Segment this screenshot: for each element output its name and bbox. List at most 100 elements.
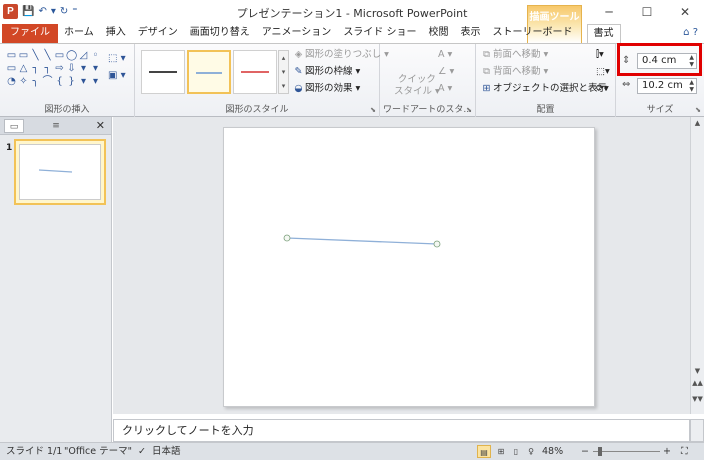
line-end-handle[interactable]	[433, 240, 441, 248]
line-start-handle[interactable]	[283, 234, 291, 242]
oval-shape-icon[interactable]: ◯	[66, 50, 77, 62]
shape-style-dark[interactable]	[141, 50, 185, 94]
down-arrow-shape-icon[interactable]: ⇩	[66, 63, 77, 75]
previous-slide-icon[interactable]: ▲▲	[691, 379, 704, 387]
line-shape-icon[interactable]: ╲	[30, 50, 41, 62]
minimize-button[interactable]: ─	[590, 0, 628, 24]
theme-status[interactable]: "Office テーマ"	[64, 443, 132, 460]
tab-review[interactable]: 校閲	[423, 24, 455, 43]
line-shape[interactable]	[286, 237, 438, 245]
slides-panel: ▭ ≡ ✕ 1	[0, 117, 112, 442]
rounded-rect-shape-icon[interactable]: ▭	[6, 63, 17, 75]
slide-canvas[interactable]	[223, 127, 595, 407]
rotate-icon[interactable]: ⟳▾	[596, 81, 609, 96]
text-outline-icon[interactable]: ∠ ▾	[438, 64, 454, 79]
tab-outline-view[interactable]: ≡	[46, 119, 66, 133]
gallery-more-icon[interactable]: ▾	[90, 63, 101, 75]
selection-pane-button[interactable]: ⊞ オブジェクトの選択と表示	[480, 81, 608, 96]
group-objects-icon[interactable]: ⬚▾	[596, 64, 610, 79]
triangle-shape-icon[interactable]: △	[18, 63, 29, 75]
shape-fill-button[interactable]: ◈ 図形の塗りつぶし ▾	[292, 47, 389, 62]
shape-effects-button[interactable]: ◒ 図形の効果 ▾	[292, 81, 360, 96]
tab-view[interactable]: 表示	[455, 24, 487, 43]
width-spinner[interactable]: ▲ ▼	[689, 79, 694, 93]
tab-animations[interactable]: アニメーション	[256, 24, 338, 43]
draw-text-box-icon[interactable]: ▣ ▾	[108, 67, 126, 84]
text-box-icon[interactable]: ▭	[6, 50, 17, 62]
triangle-right-shape-icon[interactable]: ◿	[78, 50, 89, 62]
zoom-in-button[interactable]: +	[663, 443, 671, 460]
shape-style-red[interactable]	[233, 50, 277, 94]
slideshow-view-button[interactable]: ♀	[524, 445, 538, 458]
gallery-expand-2-icon[interactable]: ▾	[90, 76, 101, 88]
star-shape-icon[interactable]: ✧	[18, 76, 29, 88]
align-icon[interactable]: ⫿▾	[596, 47, 604, 62]
zoom-level[interactable]: 48%	[542, 443, 563, 460]
wordart-launcher-icon[interactable]: ⬊	[466, 106, 472, 114]
gallery-expand-icon[interactable]: ▾	[78, 76, 89, 88]
style-gallery-scroll[interactable]: ▴ ▾ ▾	[278, 50, 289, 94]
send-backward-button[interactable]: ⧉ 背面へ移動 ▾	[480, 64, 548, 79]
quick-styles-button[interactable]: クイック スタイル ▾	[394, 74, 440, 98]
tab-home[interactable]: ホーム	[58, 24, 100, 43]
right-arrow-shape-icon[interactable]: ⇨	[54, 63, 65, 75]
scroll-up-icon[interactable]: ▲	[691, 119, 704, 127]
tab-insert[interactable]: 挿入	[100, 24, 132, 43]
bring-forward-button[interactable]: ⧉ 前面へ移動 ▾	[480, 47, 548, 62]
gallery-scroll-down-icon[interactable]: ▾	[78, 63, 89, 75]
group-wordart-styles: クイック スタイル ▾ A ▾ ∠ ▾ A ▾ ワードアートのスタ... ⬊	[380, 44, 476, 117]
selection-pane-icon: ⊞	[482, 83, 491, 94]
tab-storyboard[interactable]: ストーリーボード	[487, 24, 579, 43]
minimize-ribbon-icon[interactable]: ⌂	[683, 27, 689, 38]
shape-width-icon: ⇔	[622, 79, 631, 90]
close-panel-icon[interactable]: ✕	[96, 119, 105, 132]
normal-view-button[interactable]: ▤	[477, 445, 491, 458]
shape-outline-button[interactable]: ✎ 図形の枠線 ▾	[292, 64, 361, 79]
slide-thumbnail-canvas	[19, 144, 101, 200]
notes-pane[interactable]: クリックしてノートを入力	[113, 419, 690, 442]
tab-slides-view[interactable]: ▭	[4, 119, 24, 133]
zoom-slider-handle[interactable]	[598, 447, 602, 456]
next-slide-icon[interactable]: ▼▼	[691, 395, 704, 403]
help-icon[interactable]: ?	[693, 27, 698, 38]
group-insert-shapes: ▭ ▭ ╲ ╲ ▭ ◯ ◿ ◦ ▭ △ ┐ ┐ ⇨ ⇩ ▾ ▾ ◔ ✧ ╮ ⌒ …	[0, 44, 135, 117]
shape-styles-launcher-icon[interactable]: ⬊	[370, 106, 376, 114]
left-brace-shape-icon[interactable]: {	[54, 76, 65, 88]
elbow-connector-icon[interactable]: ┐	[30, 63, 41, 75]
notes-scrollbar[interactable]	[690, 419, 704, 442]
right-brace-shape-icon[interactable]: }	[66, 76, 77, 88]
rectangle-shape-icon[interactable]: ▭	[54, 50, 65, 62]
tab-transitions[interactable]: 画面切り替え	[184, 24, 256, 43]
slide-thumbnail[interactable]	[14, 139, 106, 205]
thumbnail-line-svg	[38, 169, 73, 173]
shape-more-icon[interactable]: ◦	[90, 50, 101, 62]
text-fill-icon[interactable]: A ▾	[438, 47, 452, 62]
tab-file[interactable]: ファイル	[2, 24, 58, 43]
curve-shape-icon[interactable]: ╮	[30, 76, 41, 88]
shape-width-input[interactable]: 10.2 cm ▲ ▼	[637, 78, 697, 94]
style-line-red	[241, 71, 269, 73]
zoom-slider[interactable]	[593, 451, 660, 452]
edit-shape-icon[interactable]: ⬚ ▾	[108, 50, 126, 67]
arrow-line-shape-icon[interactable]: ╲	[42, 50, 53, 62]
tab-slideshow[interactable]: スライド ショー	[337, 24, 422, 43]
elbow-arrow-connector-icon[interactable]: ┐	[42, 63, 53, 75]
size-launcher-icon[interactable]: ⬊	[695, 106, 701, 114]
vertical-text-box-icon[interactable]: ▭	[18, 50, 29, 62]
slide-sorter-view-button[interactable]: ⊞	[494, 445, 508, 458]
fit-to-window-icon[interactable]: ⛶	[681, 443, 688, 460]
pie-shape-icon[interactable]: ◔	[6, 76, 17, 88]
language-status[interactable]: 日本語	[152, 443, 181, 460]
close-button[interactable]: ✕	[666, 0, 704, 24]
text-effects-icon[interactable]: A ▾	[438, 81, 452, 96]
arc-shape-icon[interactable]: ⌒	[42, 76, 53, 88]
shape-style-blue[interactable]	[187, 50, 231, 94]
spellcheck-icon[interactable]: ✓	[138, 443, 146, 460]
tab-design[interactable]: デザイン	[132, 24, 184, 43]
vertical-scrollbar[interactable]: ▲ ▼ ▲▲ ▼▼	[690, 117, 704, 414]
tab-format[interactable]: 書式	[586, 24, 621, 43]
reading-view-button[interactable]: ▯	[509, 445, 523, 458]
zoom-out-button[interactable]: −	[581, 443, 589, 460]
scroll-down-icon[interactable]: ▼	[691, 367, 704, 375]
maximize-button[interactable]: ☐	[628, 0, 666, 24]
